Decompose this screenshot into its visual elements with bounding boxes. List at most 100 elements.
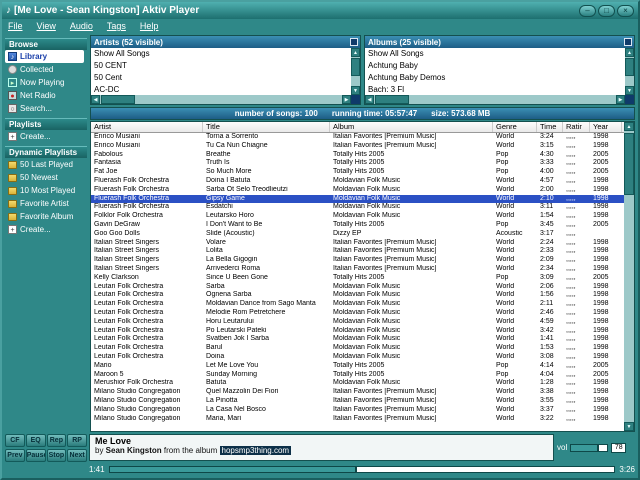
- song-row[interactable]: Fat Joe So Much More Totally Hits 2005 Pop 4…: [91, 168, 624, 177]
- menu-help[interactable]: Help: [140, 21, 159, 31]
- volume-slider[interactable]: [570, 443, 609, 452]
- sidebar-item-collected[interactable]: Collected: [5, 63, 87, 76]
- column-header-rating[interactable]: Ratir: [563, 122, 590, 132]
- albums-panel-menu-button[interactable]: [624, 38, 632, 46]
- scroll-left-button[interactable]: ◀: [91, 95, 100, 104]
- artist-list-item[interactable]: Show All Songs: [91, 48, 351, 60]
- stop-button[interactable]: Stop: [46, 449, 67, 462]
- now-playing-album-link[interactable]: hopsmp3thing.com: [219, 446, 292, 455]
- scroll-left-button[interactable]: ◀: [365, 95, 374, 104]
- album-list-item[interactable]: Show All Songs: [365, 48, 625, 60]
- song-row[interactable]: Fabolous Breathe Totally Hits 2005 Pop 4:30,…: [91, 151, 624, 160]
- menu-audio[interactable]: Audio: [70, 21, 93, 31]
- song-row[interactable]: Kelly Clarkson Since U Been Gone Totally H…: [91, 274, 624, 283]
- scrollbar-track[interactable]: [100, 95, 342, 104]
- sidebar-item-50-last-played[interactable]: 50 Last Played: [5, 158, 87, 171]
- artists-panel-menu-button[interactable]: [350, 38, 358, 46]
- sidebar-item-search[interactable]: ○ Search...: [5, 102, 87, 115]
- sidebar-item-favorite-artist[interactable]: Favorite Artist: [5, 197, 87, 210]
- song-row[interactable]: Fluerash Folk Orchestra Esdatchi Moldavian…: [91, 203, 624, 212]
- scrollbar-thumb[interactable]: [375, 95, 409, 104]
- song-row[interactable]: Leutari Folk Orchestra Ognena Sarba Moldav…: [91, 291, 624, 300]
- song-row[interactable]: Mario Let Me Love You Totally Hits 2005 Pop…: [91, 362, 624, 371]
- sidebar-item-net-radio[interactable]: ● Net Radio: [5, 89, 87, 102]
- menu-view[interactable]: View: [37, 21, 56, 31]
- artist-list-item[interactable]: 50 Cent: [91, 72, 351, 84]
- scrollbar-thumb[interactable]: [625, 58, 634, 76]
- song-row[interactable]: Leutari Folk Orchestra Barul Moldavian Fol…: [91, 344, 624, 353]
- maximize-button[interactable]: □: [598, 4, 615, 17]
- now-playing-artist[interactable]: Sean Kingston: [106, 446, 162, 455]
- song-row[interactable]: Leutari Folk Orchestra Sarba Moldavian Fol…: [91, 283, 624, 292]
- pause-button[interactable]: Pause: [25, 449, 46, 462]
- albums-vertical-scrollbar[interactable]: ▲ ▼: [625, 48, 634, 95]
- prev-button[interactable]: Prev: [5, 449, 25, 462]
- scrollbar-thumb[interactable]: [624, 133, 634, 195]
- song-row[interactable]: Leutari Folk Orchestra Doina Moldavian Fol…: [91, 353, 624, 362]
- scrollbar-track[interactable]: [624, 131, 634, 422]
- sidebar-item-10-most-played[interactable]: 10 Most Played: [5, 184, 87, 197]
- song-row[interactable]: Leutari Folk Orchestra Svatben Jok I Sarb…: [91, 335, 624, 344]
- next-button[interactable]: Next: [67, 449, 87, 462]
- album-list-item[interactable]: Achtung Baby Demos: [365, 72, 625, 84]
- cf-button[interactable]: CF: [5, 434, 25, 447]
- eq-button[interactable]: EQ: [25, 434, 46, 447]
- scrollbar-thumb[interactable]: [101, 95, 135, 104]
- sidebar-item-favorite-album[interactable]: Favorite Album: [5, 210, 87, 223]
- title-bar[interactable]: ♪ [Me Love - Sean Kingston] Aktiv Player…: [2, 2, 638, 19]
- artist-list-item[interactable]: AC-DC: [91, 84, 351, 95]
- scroll-right-button[interactable]: ▶: [616, 95, 625, 104]
- scroll-down-button[interactable]: ▼: [351, 86, 360, 95]
- scrollbar-track[interactable]: [625, 57, 634, 86]
- scrollbar-thumb[interactable]: [351, 58, 360, 76]
- song-row[interactable]: Fluerash Folk Orchestra Sarba Ot Selo Tre…: [91, 186, 624, 195]
- column-header-album[interactable]: Album: [330, 122, 493, 132]
- song-row[interactable]: Italian Street Singers Arrivederci Roma It…: [91, 265, 624, 274]
- song-row[interactable]: Folklor Folk Orchestra Leutarsko Horo Mold…: [91, 212, 624, 221]
- menu-tags[interactable]: Tags: [107, 21, 126, 31]
- column-header-time[interactable]: Time: [537, 122, 563, 132]
- artists-horizontal-scrollbar[interactable]: ◀ ▶: [91, 95, 360, 104]
- column-header-artist[interactable]: Artist: [91, 122, 203, 132]
- song-row[interactable]: Gavin DeGraw I Don't Want to Be Totally Hi…: [91, 221, 624, 230]
- song-row[interactable]: Leutari Folk Orchestra Horu Leutarului Mol…: [91, 318, 624, 327]
- song-row[interactable]: Leutari Folk Orchestra Moldavian Dance fr…: [91, 300, 624, 309]
- column-header-title[interactable]: Title: [203, 122, 330, 132]
- menu-file[interactable]: File: [8, 21, 23, 31]
- scroll-up-button[interactable]: ▲: [625, 48, 634, 57]
- seek-bar[interactable]: [108, 465, 616, 473]
- close-button[interactable]: ×: [617, 4, 634, 17]
- sidebar-item-50-newest[interactable]: 50 Newest: [5, 171, 87, 184]
- song-row[interactable]: Milano Studio Congregation La Pinotta Ital…: [91, 397, 624, 406]
- song-row[interactable]: Enrico Musiani Tu Ca Nun Chiagne Italian F…: [91, 142, 624, 151]
- scroll-right-button[interactable]: ▶: [342, 95, 351, 104]
- column-header-year[interactable]: Year: [590, 122, 622, 132]
- rep-button[interactable]: Rep: [46, 434, 67, 447]
- song-row[interactable]: Milano Studio Congregation Quel Mazzolin …: [91, 388, 624, 397]
- song-table-scrollbar[interactable]: ▲ ▼: [624, 122, 634, 431]
- song-row[interactable]: Enrico Musiani Torna a Sorrento Italian Fa…: [91, 133, 624, 142]
- song-row[interactable]: Fluerash Folk Orchestra Doina I Batuta Mol…: [91, 177, 624, 186]
- song-row[interactable]: Italian Street Singers La Bella Gigogin It…: [91, 256, 624, 265]
- song-row[interactable]: Milano Studio Congregation La Casa Nel Bo…: [91, 406, 624, 415]
- song-row[interactable]: Maroon 5 Sunday Morning Totally Hits 2005 P…: [91, 371, 624, 380]
- song-row[interactable]: Leutari Folk Orchestra Melodie Rom Petret…: [91, 309, 624, 318]
- sidebar-item-create[interactable]: + Create...: [5, 223, 87, 236]
- song-row[interactable]: Italian Street Singers Lolita Italian Favo…: [91, 247, 624, 256]
- column-header-genre[interactable]: Genre: [493, 122, 537, 132]
- song-row[interactable]: Milano Studio Congregation Maria, Mari Ita…: [91, 415, 624, 424]
- scroll-up-button[interactable]: ▲: [624, 122, 634, 131]
- artist-list-item[interactable]: 50 CENT: [91, 60, 351, 72]
- rp-button[interactable]: RP: [67, 434, 87, 447]
- sidebar-item-create[interactable]: + Create...: [5, 130, 87, 143]
- sidebar-item-now-playing[interactable]: ▸ Now Playing: [5, 76, 87, 89]
- album-list-item[interactable]: Achtung Baby: [365, 60, 625, 72]
- scrollbar-track[interactable]: [351, 57, 360, 86]
- song-row[interactable]: Merushior Folk Orchestra Batuta Moldavian …: [91, 379, 624, 388]
- albums-horizontal-scrollbar[interactable]: ◀ ▶: [365, 95, 634, 104]
- scroll-down-button[interactable]: ▼: [625, 86, 634, 95]
- song-row[interactable]: Fluerash Folk Orchestra Gipsy Game Moldavi…: [91, 194, 624, 204]
- scrollbar-track[interactable]: [374, 95, 616, 104]
- scroll-down-button[interactable]: ▼: [624, 422, 634, 431]
- song-row[interactable]: Leutari Folk Orchestra Po Leutarski Patek…: [91, 327, 624, 336]
